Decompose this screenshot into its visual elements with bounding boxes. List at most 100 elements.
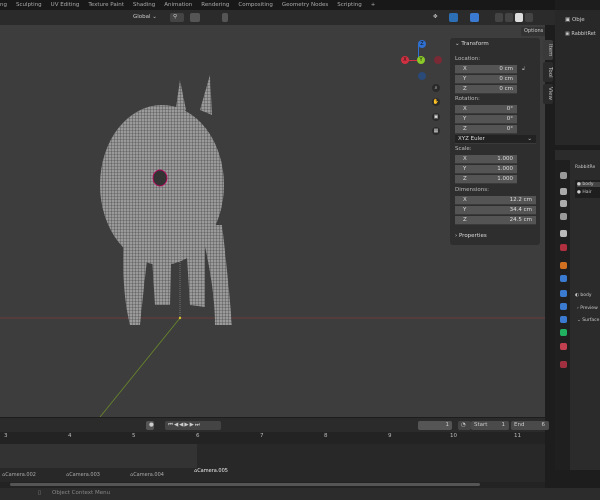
dimensions-z-field[interactable]: Z 24.5 cm [455,216,536,225]
material-tab-icon[interactable] [560,343,567,350]
location-label: Location: [455,56,481,62]
tab-rendering[interactable]: Rendering [201,2,229,8]
pan-hand-icon[interactable]: ✋ [432,98,440,106]
record-button[interactable]: ● [146,421,154,430]
solid-shading-icon[interactable] [505,13,513,22]
tab-shading[interactable]: Shading [133,2,155,8]
overlay-icon[interactable] [449,13,458,22]
location-y-field[interactable]: Y0 cm [455,75,517,84]
gizmo-y-axis[interactable]: Y [417,56,425,64]
camera-line [99,317,181,417]
rotation-z-field[interactable]: Z 0° [455,125,517,134]
start-frame-field[interactable]: Start 1 [471,421,509,430]
transform-label: Transform [461,41,489,47]
tab-view[interactable]: View [543,84,553,104]
properties-object-name: RabbitRe [575,165,596,170]
surface-subpanel[interactable]: ⌄ Surface [577,318,599,323]
camera-view-icon[interactable]: ▣ [432,113,440,121]
tab-item[interactable]: Item [543,40,553,60]
transform-header[interactable]: ⌄ Transform [455,41,489,47]
tab-uv-editing[interactable]: UV Editing [51,2,80,8]
constraints-tab-icon[interactable] [560,316,567,323]
output-tab-icon[interactable] [560,200,567,207]
rendered-shading-icon[interactable] [525,13,533,22]
properties-subpanel[interactable]: › Properties [455,233,487,239]
timeline-ruler[interactable]: 3 4 5 6 7 8 9 10 11 [0,432,545,444]
data-tab-icon[interactable] [560,329,567,336]
material-selector[interactable]: ◐ body [575,293,592,298]
view-layer-tab-icon[interactable] [560,213,567,220]
timeline-header: ● ⏮◀◀▶▶⏭ 1 ◔ Start 1 End 6 [0,418,549,432]
wireframe-shading-icon[interactable] [495,13,503,22]
orientation-label: Global [133,14,151,20]
marker-camera-002[interactable]: ⌂Camera.002 [2,472,36,478]
end-frame-field[interactable]: End 6 [511,421,549,430]
modifier-tab-icon[interactable] [560,275,567,282]
location-x-field[interactable]: X0 cm [455,65,517,74]
rotation-x-field[interactable]: X 0° [455,105,517,114]
particles-tab-icon[interactable] [560,290,567,297]
rotation-mode-dropdown[interactable]: XYZ Euler ⌄ [455,135,536,144]
rotation-label: Rotation: [455,96,480,102]
object-mode-label[interactable]: ▣ Obje [565,17,585,23]
material-slot-hair[interactable]: ● Hair [577,190,592,195]
stopwatch-icon[interactable]: ◔ [458,421,471,430]
dimensions-x-field[interactable]: X 12.2 cm [455,196,536,205]
scale-x-field[interactable]: X 1.000 [455,155,517,164]
tab-sculpting[interactable]: Sculpting [16,2,42,8]
proportional-icon[interactable] [222,13,228,22]
status-hint: Object Context Menu [52,490,111,496]
material-shading-icon[interactable] [515,13,523,22]
status-bar: ▯ Object Context Menu [0,488,600,500]
dimensions-y-field[interactable]: Y 34.4 cm [455,206,536,215]
playback-controls[interactable]: ⏮◀◀▶▶⏭ [165,421,221,430]
marker-camera-004[interactable]: ⌂Camera.004 [130,472,164,478]
timeline-tracks[interactable]: ⌂Camera.002 ⌂Camera.003 ⌂Camera.004 ⌂Cam… [0,444,545,482]
tab-compositing[interactable]: Compositing [238,2,272,8]
object-tab-icon[interactable] [560,262,567,269]
gizmo-z-axis[interactable]: Z [418,40,426,48]
sidebar-item-panel: ⌄ Transform Location: X0 cm Y0 cm Z0 cm … [450,38,540,245]
tab-tool[interactable]: Tool [543,62,553,82]
snap-icon[interactable] [190,13,200,22]
tab-texture-paint[interactable]: Texture Paint [88,2,124,8]
gizmo-neg-y[interactable] [434,56,442,64]
scale-y-field[interactable]: Y 1.000 [455,165,517,174]
orientation-dropdown[interactable]: Global ⌄ [130,13,164,22]
workspace-tabs: ng Sculpting UV Editing Texture Paint Sh… [0,0,555,10]
world-tab-icon[interactable] [560,244,567,251]
outliner-item[interactable]: ▣ RabbitRet [565,31,596,37]
tool-tab-icon[interactable] [560,172,567,179]
add-workspace-button[interactable]: + [371,2,376,8]
location-z-field[interactable]: Z0 cm [455,85,517,94]
pivot-icon[interactable]: ⚲ [170,13,184,22]
xray-icon[interactable] [470,13,479,22]
texture-tab-icon[interactable] [560,361,567,368]
physics-tab-icon[interactable] [560,303,567,310]
tab-animation[interactable]: Animation [164,2,192,8]
gizmo-x-axis[interactable]: X [401,56,409,64]
tab-geometry-nodes[interactable]: Geometry Nodes [282,2,328,8]
viewport-header: Global ⌄ ⚲ ✥ [0,10,555,25]
outliner[interactable]: ▣ Obje ▣ RabbitRet [555,10,600,145]
properties-label: Properties [458,233,487,239]
material-slot-body[interactable]: ● body [577,182,600,187]
render-tab-icon[interactable] [560,188,567,195]
gizmo-toggle-icon[interactable]: ✥ [430,13,440,22]
preview-subpanel[interactable]: › Preview [577,306,598,311]
scene-tab-icon[interactable] [560,230,567,237]
scale-label: Scale: [455,146,472,152]
mouse-icon: ▯ [38,490,42,496]
gizmo-neg-z[interactable] [418,72,426,80]
zoom-icon[interactable]: ⌕ [432,84,440,92]
rotation-y-field[interactable]: Y 0° [455,115,517,124]
tab-layout[interactable]: ng [0,2,7,8]
dimensions-label: Dimensions: [455,187,489,193]
scale-z-field[interactable]: Z 1.000 [455,175,517,184]
lock-icon[interactable]: 🔓︎ [522,66,525,72]
tab-scripting[interactable]: Scripting [337,2,361,8]
marker-camera-005[interactable]: ⌂Camera.005 [194,468,228,474]
ortho-grid-icon[interactable]: ▦ [432,127,440,135]
marker-camera-003[interactable]: ⌂Camera.003 [66,472,100,478]
current-frame-field[interactable]: 1 [418,421,452,430]
